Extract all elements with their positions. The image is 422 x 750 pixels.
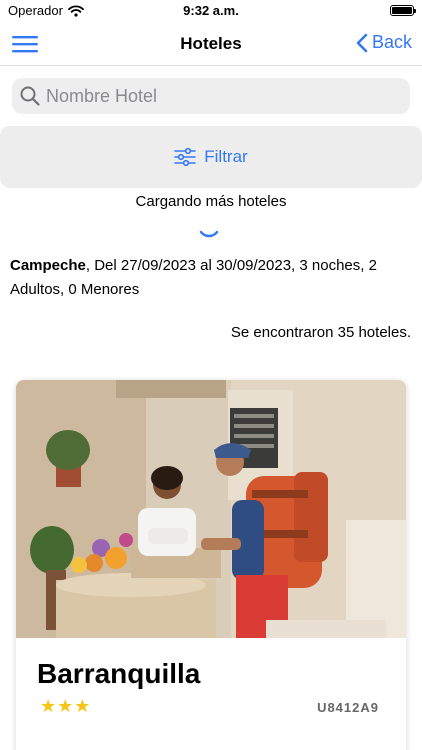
chevron-left-icon xyxy=(356,33,368,52)
status-bar: Operador 9:32 a.m. xyxy=(0,0,422,22)
search-input[interactable] xyxy=(46,85,386,107)
status-time: 9:32 a.m. xyxy=(183,3,239,18)
search-icon xyxy=(20,86,40,106)
filter-button[interactable]: Filtrar xyxy=(0,126,422,188)
hamburger-menu-icon[interactable] xyxy=(12,34,38,54)
back-button[interactable]: Back xyxy=(356,32,412,53)
hotel-card[interactable]: Barranquilla ★★★ U8412A9 xyxy=(16,380,406,750)
loading-spinner-icon xyxy=(199,230,219,238)
back-button-label: Back xyxy=(371,32,412,52)
search-bar xyxy=(12,78,410,114)
navigation-bar: Hoteles Back xyxy=(0,22,422,66)
hotel-code: U8412A9 xyxy=(317,700,379,715)
hotel-star-rating: ★★★ xyxy=(40,696,92,716)
results-count: Se encontraron 35 hoteles. xyxy=(230,324,411,341)
hotel-name: Barranquilla xyxy=(37,658,201,689)
filter-button-label: Filtrar xyxy=(204,147,248,166)
hotel-info: Barranquilla ★★★ U8412A9 xyxy=(16,638,406,750)
loading-message: Cargando más hoteles xyxy=(135,193,287,210)
search-summary: Campeche, Del 27/09/2023 al 30/09/2023, … xyxy=(10,254,414,302)
battery-icon xyxy=(390,5,416,16)
sliders-icon xyxy=(174,148,197,166)
summary-city: Campeche xyxy=(10,257,86,274)
hotel-photo xyxy=(16,380,406,638)
